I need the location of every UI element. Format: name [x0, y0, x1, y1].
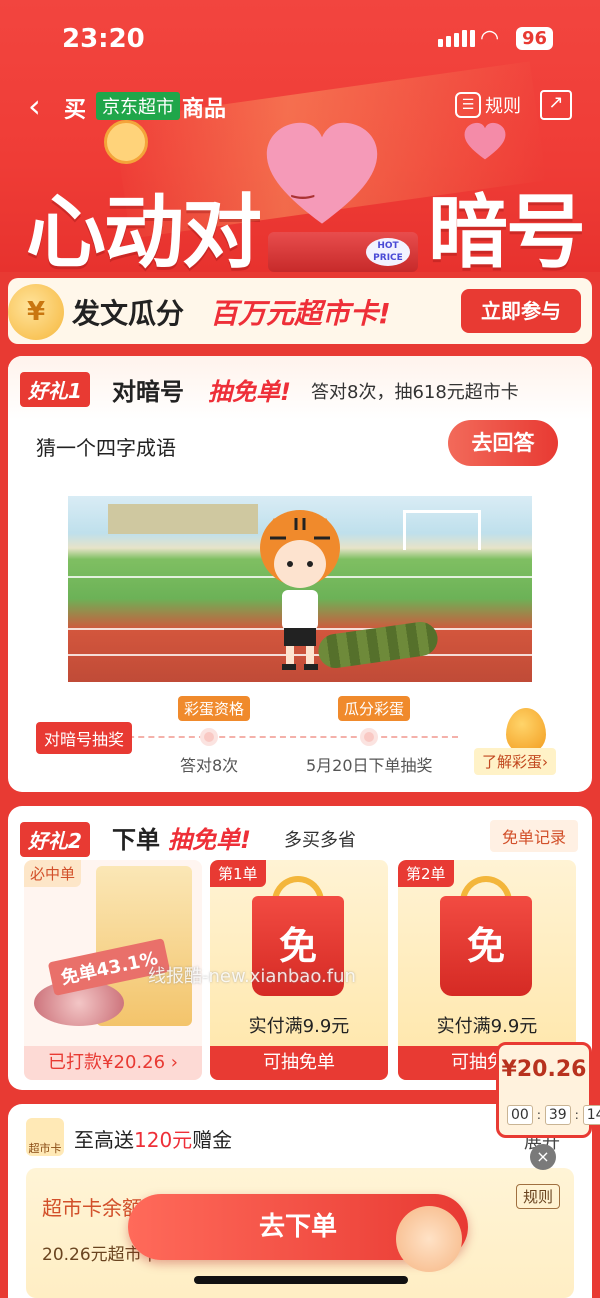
small-heart-icon [464, 122, 506, 160]
timeline-start-tag: 对暗号抽奖 [36, 722, 133, 754]
stadium-stand [108, 504, 258, 534]
timeline-line [118, 736, 458, 738]
status-bar: 23:20 ◠ 96 [0, 0, 600, 80]
gift1-subtitle: 答对8次，抽618元超市卡 [311, 382, 519, 403]
order-condition: 实付满9.9元 [248, 1016, 350, 1037]
join-now-button[interactable]: 立即参与 [461, 289, 581, 333]
supermarket-card-icon: 超市卡 [26, 1118, 64, 1156]
coin-icon: ¥ [8, 284, 64, 340]
must-win-badge: 必中单 [24, 860, 82, 887]
gift1-title: 对暗号 [112, 378, 184, 406]
gift2-subtitle: 多买多省 [284, 830, 356, 851]
riddle-illustration [68, 496, 532, 682]
battery-indicator: 96 [516, 27, 554, 50]
close-icon[interactable]: × [530, 1144, 556, 1170]
bonus-amount: 120元 [134, 1128, 193, 1152]
gift1-tag: 好礼1 [20, 372, 90, 407]
share-icon[interactable]: ↗ [540, 90, 572, 120]
bonus-suffix: 赠金 [192, 1128, 233, 1152]
nav-buy-text: 买 [64, 98, 87, 123]
gift2-title: 下单 [112, 826, 160, 854]
post-share-banner: ¥ 发文瓜分 百万元超市卡! 立即参与 [8, 278, 592, 344]
hero-title-right: 暗号 [428, 186, 586, 272]
bonus-prefix: 至高送 [74, 1128, 134, 1152]
wifi-icon: ◠ [480, 26, 500, 51]
hero-title-left: 心动对 [26, 186, 262, 272]
countdown-hours: 00 [507, 1105, 533, 1125]
bonus-headline: 至高送120元赠金 [74, 1124, 232, 1153]
timeline-dot [200, 728, 218, 746]
egg-qualification-tag: 彩蛋资格 [178, 696, 251, 721]
countdown-colon: : [574, 1108, 579, 1122]
soccer-goal [403, 510, 481, 550]
gift1-title-highlight: 抽免单! [208, 378, 291, 406]
draw-free-button[interactable]: 可抽免单 [210, 1046, 388, 1080]
gift1-card: 好礼1 对暗号 抽免单! 答对8次，抽618元超市卡 猜一个四字成语 去回答 对… [8, 356, 592, 792]
share-egg-tag: 瓜分彩蛋 [338, 696, 411, 721]
countdown: 00 : 39 : 14 [507, 1105, 600, 1125]
learn-egg-button[interactable]: 了解彩蛋› [474, 748, 556, 775]
timeline-dot [360, 728, 378, 746]
floating-price: ¥20.26 [501, 1057, 587, 1082]
floating-countdown-widget[interactable]: ¥20.26 00 : 39 : 14 [496, 1042, 600, 1138]
pointing-hand-icon [396, 1206, 462, 1272]
nav-goods-text: 商品 [182, 97, 227, 122]
banner-text: 发文瓜分 [72, 297, 185, 330]
order-number-badge: 第2单 [398, 860, 454, 887]
gift2-title-highlight: 抽免单! [168, 826, 251, 854]
free-bag-icon: 免 [440, 896, 532, 996]
timeline-step1-label: 答对8次 [180, 756, 239, 775]
rules-label: 规则 [485, 96, 521, 117]
timeline-step2-label: 5月20日下单抽奖 [306, 756, 433, 775]
top-nav: ‹ 买 京东超市 商品 ☰ 规则 ↗ [0, 88, 600, 128]
jd-supermarket-badge: 京东超市 [96, 92, 180, 120]
free-order-record-button[interactable]: 免单记录 [490, 820, 579, 852]
order-number-badge: 第1单 [210, 860, 266, 887]
lottery-timeline: 对暗号抽奖 彩蛋资格 答对8次 瓜分彩蛋 5月20日下单抽奖 [8, 692, 592, 792]
status-time: 23:20 [62, 24, 145, 54]
heart-icon [266, 122, 378, 224]
gift2-tag: 好礼2 [20, 822, 90, 857]
order-condition: 实付满9.9元 [436, 1016, 538, 1037]
back-arrow-icon[interactable]: ‹ [28, 88, 41, 124]
countdown-minutes: 39 [544, 1105, 571, 1125]
heart-face-icon: ‿ [292, 170, 314, 200]
hot-price-badge: HOT PRICE [366, 238, 410, 266]
countdown-seconds: 14 [582, 1105, 600, 1125]
rules-icon: ☰ [455, 92, 481, 118]
balance-rules-button[interactable]: 规则 [516, 1184, 561, 1209]
paid-amount-link[interactable]: 已打款¥20.26 › [24, 1046, 202, 1080]
balance-label: 超市卡余额 [42, 1196, 142, 1220]
go-answer-button[interactable]: 去回答 [448, 420, 558, 466]
watermark-text: 线报酷-new.xianbao.fun [148, 966, 356, 987]
banner-highlight: 百万元超市卡! [210, 297, 391, 330]
countdown-colon: : [536, 1108, 541, 1122]
signal-icon [438, 30, 475, 47]
riddle-question: 猜一个四字成语 [36, 436, 176, 460]
home-indicator [194, 1276, 408, 1284]
rules-button[interactable]: ☰ 规则 [455, 92, 521, 118]
